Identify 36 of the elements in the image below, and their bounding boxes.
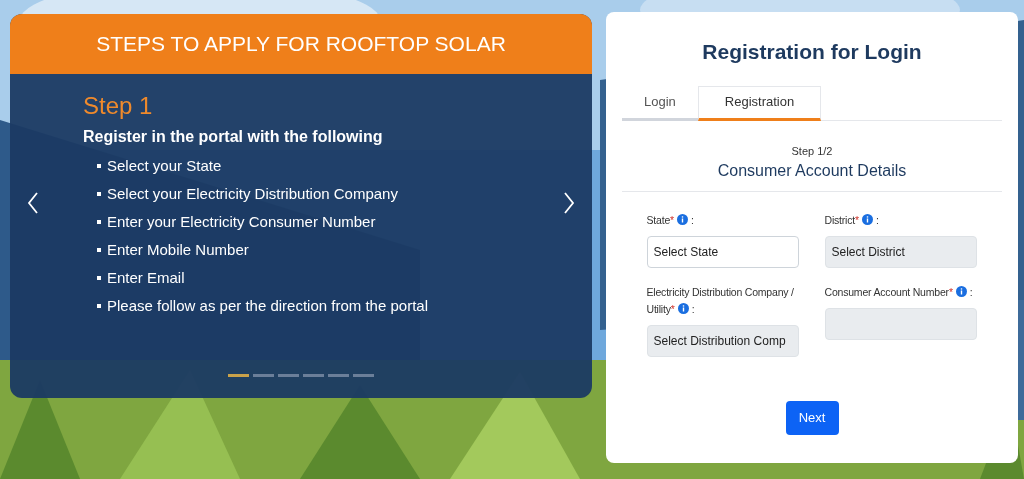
field-label: State* : — [646, 213, 695, 228]
list-item: Select your Electricity Distribution Company — [107, 183, 398, 204]
next-button[interactable]: Next — [785, 401, 839, 435]
field-label: District* : — [824, 213, 880, 228]
list-item: Enter Email — [107, 267, 185, 288]
tab[interactable]: Registration — [697, 85, 822, 121]
carousel-indicator[interactable] — [303, 374, 324, 377]
bullet-icon — [97, 220, 101, 224]
list-item: Select your State — [107, 155, 222, 176]
tab[interactable]: Login — [622, 85, 698, 121]
list-item: Enter your Electricity Consumer Number — [107, 211, 376, 232]
info-icon[interactable] — [861, 214, 873, 225]
step-heading: Step 1 — [83, 91, 154, 121]
bullet-icon — [97, 248, 101, 252]
info-icon[interactable] — [955, 286, 967, 297]
field-label: Consumer Account Number* : — [824, 285, 974, 300]
bullet-icon — [97, 276, 101, 280]
carousel-indicator[interactable] — [228, 374, 249, 377]
carousel-indicator[interactable] — [278, 374, 299, 377]
card-title: STEPS TO APPLY FOR ROOFTOP SOLAR — [96, 31, 506, 58]
step-intro: Register in the portal with the following — [83, 127, 384, 147]
bullet-icon — [97, 164, 101, 168]
field-label: Electricity Distribution Company / Utility* : — [646, 285, 795, 317]
info-icon[interactable] — [677, 303, 689, 314]
list-item: Please follow as per the direction from the portal — [107, 295, 428, 316]
carousel-indicator[interactable] — [253, 374, 274, 377]
section-title: Consumer Account Details — [717, 161, 907, 181]
carousel-indicator[interactable] — [328, 374, 349, 377]
step-label: Step 1/2 — [791, 143, 833, 159]
carousel-indicator[interactable] — [353, 374, 374, 377]
bullet-icon — [97, 304, 101, 308]
input-field[interactable]: Select State — [646, 236, 799, 268]
bullet-icon — [97, 192, 101, 196]
info-icon[interactable] — [676, 214, 688, 225]
form-title: Registration for Login — [702, 39, 922, 65]
list-item: Enter Mobile Number — [107, 239, 249, 260]
